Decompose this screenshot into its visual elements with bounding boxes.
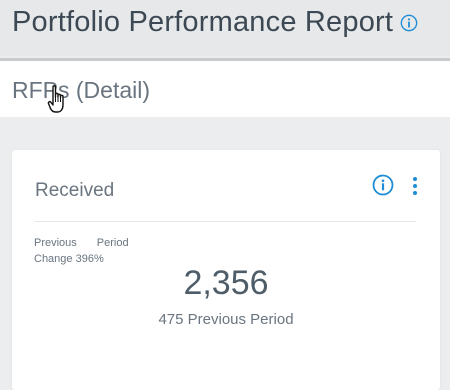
section-title-link[interactable]: RFPs (Detail) (12, 77, 150, 104)
previous-label: Previous (34, 237, 77, 249)
received-card: Received Previous Period Change 396% 2,35… (12, 150, 440, 390)
card-title: Received (35, 180, 115, 201)
metric-value: 2,356 (183, 264, 269, 302)
page-title: Portfolio Performance Report (12, 6, 394, 38)
hand-pointer-icon (47, 85, 64, 113)
report-header: Portfolio Performance Report (0, 0, 450, 56)
period-label: Period (96, 237, 129, 249)
card-divider (35, 221, 416, 222)
info-icon[interactable] (400, 14, 418, 32)
previous-period-value: 475 Previous Period (158, 311, 294, 328)
vertical-dots-icon[interactable] (408, 175, 422, 197)
info-icon[interactable] (372, 174, 394, 196)
change-info: Previous Period Change 396% (34, 235, 129, 267)
